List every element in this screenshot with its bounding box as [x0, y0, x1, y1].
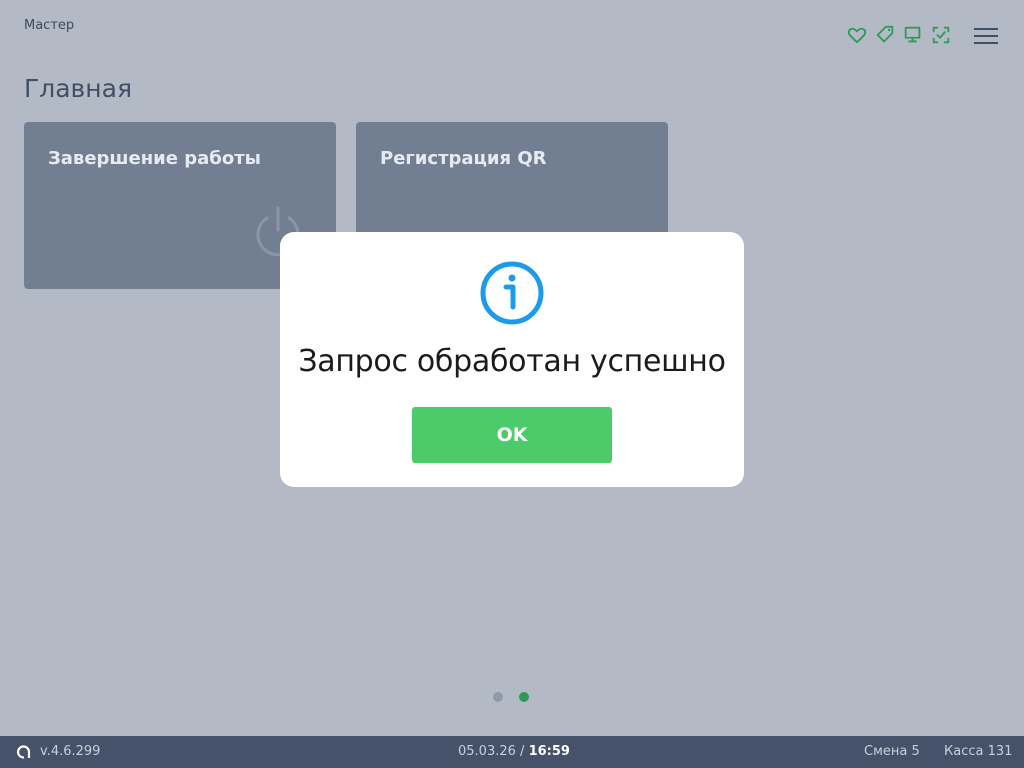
current-date: 05.03.26 — [458, 744, 516, 759]
dialog-message: Запрос обработан успешно — [298, 344, 726, 379]
heart-icon[interactable] — [846, 24, 868, 46]
scan-check-icon[interactable] — [930, 24, 952, 46]
hamburger-icon — [974, 28, 998, 44]
shift-number: Смена 5 — [864, 744, 920, 759]
user-name: Мастер — [24, 18, 75, 33]
current-time: 16:59 — [528, 744, 570, 759]
page-dot-1[interactable] — [493, 692, 503, 702]
tag-icon[interactable] — [874, 24, 896, 46]
ok-button[interactable]: OK — [412, 407, 612, 463]
pagination-dots — [493, 692, 529, 702]
status-icons — [846, 24, 952, 46]
monitor-icon[interactable] — [902, 24, 924, 46]
tile-label: Завершение работы — [48, 148, 261, 169]
date-time-separator: / — [520, 744, 525, 759]
page-title: Главная — [24, 74, 132, 103]
info-icon — [480, 261, 544, 325]
tile-label: Регистрация QR — [380, 148, 547, 169]
menu-button[interactable] — [972, 24, 1000, 48]
page-dot-2[interactable] — [519, 692, 529, 702]
app-logo-icon — [16, 745, 31, 759]
app-version: v.4.6.299 — [40, 744, 101, 759]
status-bar: v.4.6.299 05.03.26 / 16:59 Смена 5 Касса… — [0, 736, 1024, 768]
date-time: 05.03.26 / 16:59 — [458, 744, 570, 759]
success-dialog: Запрос обработан успешно OK — [280, 232, 744, 487]
register-number: Касса 131 — [944, 744, 1013, 759]
